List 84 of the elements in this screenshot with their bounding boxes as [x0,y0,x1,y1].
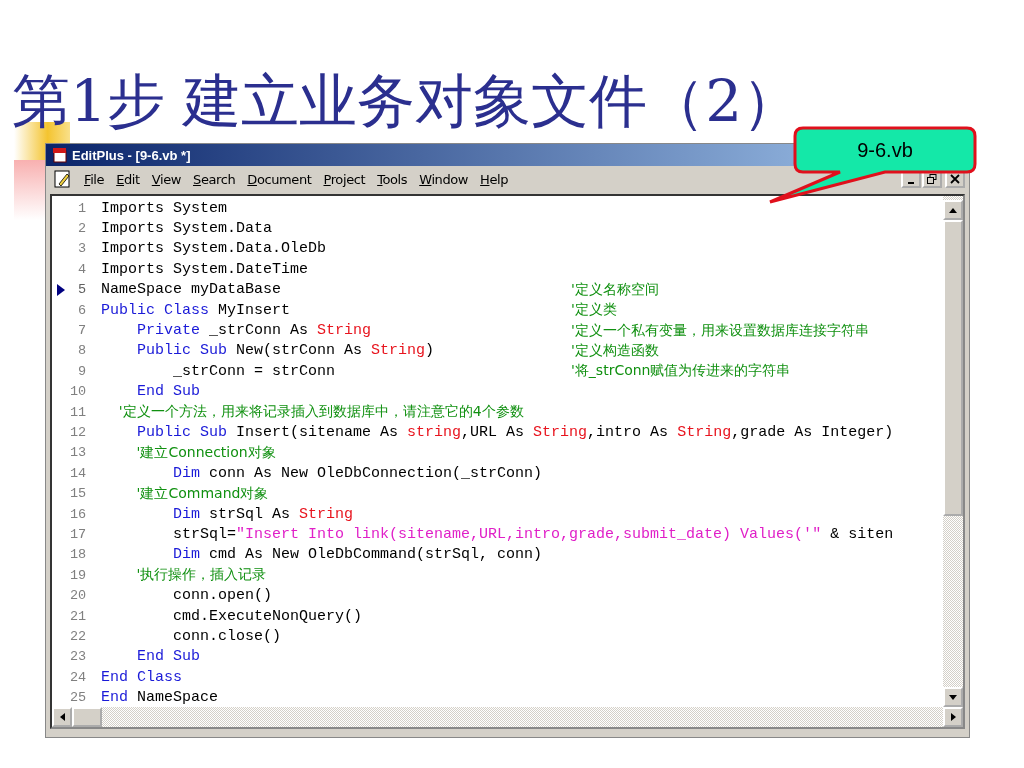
code-line: cmd.ExecuteNonQuery() [172,607,363,625]
scroll-left-button[interactable] [52,707,72,727]
code-line: Dim strSql As String [172,505,354,523]
code-line: Imports System.Data [101,220,273,238]
up-arrow-icon [949,207,957,213]
menu-item[interactable]: Document [241,171,318,187]
scrollbar-thumb[interactable] [943,220,963,516]
line-number: 14 [70,465,86,481]
menu-item[interactable]: Window [413,171,475,187]
line-number: 3 [76,241,86,257]
code-line: conn.open() [172,587,273,605]
slide-title: 第1步 建立业务对象文件（2） [12,66,802,136]
vertical-scrollbar[interactable] [943,196,963,707]
code-line: End NameSpace [101,689,219,707]
code-line: Dim cmd As New OleDbCommand(strSql, conn) [172,546,543,564]
code-line: Imports System.Data.OleDb [101,240,327,258]
code-comment: '定义类 [571,301,617,320]
code-line: Public Sub Insert(sitename As string,URL As String,intro As String,grade As Integer) [136,424,894,441]
line-number: 25 [70,690,86,706]
line-number: 16 [70,506,86,522]
scroll-up-button[interactable] [943,200,963,220]
scroll-right-button[interactable] [943,707,963,727]
down-arrow-icon [949,694,957,700]
line-number: 21 [70,608,86,624]
line-number: 9 [76,363,86,379]
code-line: conn.close() [172,627,282,645]
horizontal-scrollbar[interactable] [52,707,963,727]
code-line: _strConn = strConn [172,362,337,380]
line-number: 5 [76,282,86,298]
line-number: 20 [70,588,86,604]
line-number: 17 [70,526,86,542]
code-line: End Class [101,668,182,686]
line-number: 7 [76,323,86,339]
code-line: '建立Connection对象 [135,443,276,462]
code-comment: '定义构造函数 [571,341,659,360]
document-pencil-icon[interactable] [54,170,72,188]
code-line: End Sub [136,383,201,401]
line-number: 4 [76,261,86,277]
code-line: Dim conn As New OleDbConnection(_strConn) [172,464,543,482]
line-number: 22 [70,628,86,644]
line-number: 24 [70,669,86,685]
right-arrow-icon [950,713,956,721]
line-number: 12 [70,425,86,440]
menu-item[interactable]: View [145,171,188,187]
code-line: NameSpace myDataBase [101,281,283,299]
line-number: 6 [76,302,86,318]
scrollbar-thumb[interactable] [72,707,102,727]
restore-icon [927,174,937,184]
left-arrow-icon [59,713,65,721]
line-number: 19 [70,567,86,583]
line-number: 23 [70,649,86,665]
line-number: 2 [76,221,86,237]
callout-label: 9-6.vb [856,137,914,163]
scroll-down-button[interactable] [943,687,963,707]
code-line: End Sub [136,648,201,666]
code-line: Imports System.DateTime [101,260,309,278]
menu-item[interactable]: File [78,171,111,187]
code-line: '定义一个方法，用来将记录插入到数据库中，请注意它的4个参数 [117,403,524,422]
code-line: strSql="Insert Into link(sitename,URL,intro,grade,submit_date) Values('" & siten [172,525,894,543]
code-line: Imports System [101,199,228,217]
code-line: Private _strConn As String [136,322,373,340]
code-line: Public Sub New(strConn As String) [136,342,436,360]
menu-item[interactable]: Search [187,171,242,187]
line-number: 13 [70,445,86,461]
code-comment: '将_strConn赋值为传进来的字符串 [571,362,791,381]
code-line: '执行操作，插入记录 [135,566,267,585]
menu-item[interactable]: Project [317,171,372,187]
line-number: 8 [76,343,86,359]
code-line: '建立Command对象 [135,484,269,503]
line-number: 1 [76,200,86,216]
window-title: EditPlus - [9-6.vb *] [72,147,191,163]
line-number: 11 [70,404,86,420]
menu-item[interactable]: Edit [110,171,146,187]
line-number: 18 [70,547,86,563]
code-line: Public Class MyInsert [101,301,292,319]
menu-item[interactable]: Tools [371,171,414,187]
notebook-icon [52,147,68,163]
close-icon [950,174,960,184]
menu-item[interactable]: Help [474,171,515,187]
code-comment: '定义名称空间 [571,280,659,299]
code-comment: '定义一个私有变量，用来设置数据库连接字符串 [571,321,869,340]
line-number: 15 [70,486,86,502]
line-number: 10 [70,384,86,400]
minimize-icon [908,181,914,184]
